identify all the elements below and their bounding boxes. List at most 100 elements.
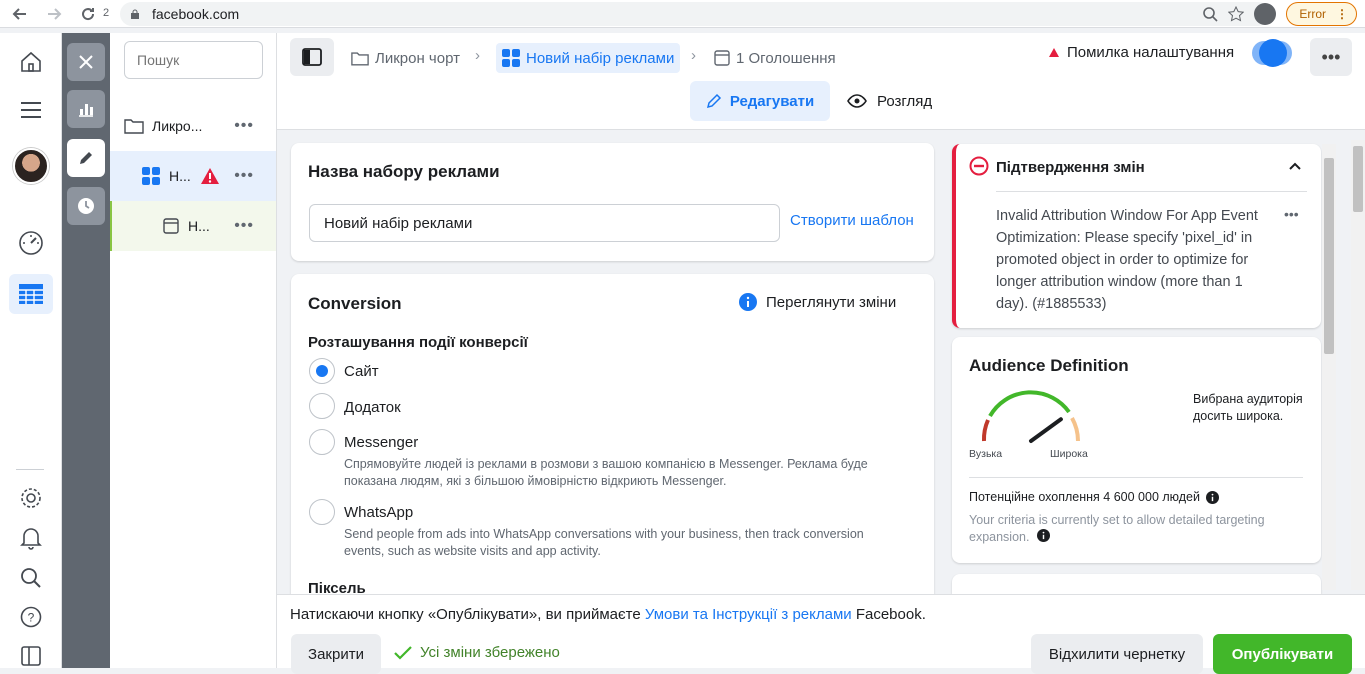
bell-icon[interactable] xyxy=(14,521,48,555)
breadcrumb-campaign[interactable]: Ликрон чорт xyxy=(351,43,460,73)
pencil-icon xyxy=(706,93,721,109)
back-icon[interactable] xyxy=(6,0,34,28)
campaign-tree-panel: Ликро... ••• Н... ••• Н... ••• xyxy=(110,33,277,668)
gear-icon[interactable] xyxy=(14,481,48,515)
ad-page-icon xyxy=(714,50,730,66)
info-icon[interactable] xyxy=(1206,490,1219,504)
adset-name-input[interactable]: Новий набір реклами xyxy=(309,204,780,242)
address-bar[interactable]: facebook.com xyxy=(120,2,1270,26)
chevron-right-icon: › xyxy=(691,47,696,64)
chart-icon[interactable] xyxy=(67,90,105,128)
conversion-title: Conversion xyxy=(308,294,402,313)
error-more-icon[interactable]: ••• xyxy=(1284,206,1299,222)
adset-name-value: Новий набір реклами xyxy=(324,214,473,232)
warning-icon xyxy=(1049,48,1059,57)
card-divider xyxy=(996,191,1307,192)
radio-whatsapp[interactable] xyxy=(309,499,335,525)
ad-page-icon xyxy=(163,218,179,234)
adset-name-title: Назва набору реклами xyxy=(308,162,500,181)
radio-website-label: Сайт xyxy=(344,363,379,380)
review-changes-link[interactable]: Переглянути зміни xyxy=(739,293,896,311)
radio-whatsapp-description: Send people from ads into WhatsApp conve… xyxy=(344,527,864,558)
publish-button[interactable]: Опублікувати xyxy=(1213,634,1352,674)
gauge-broad-label: Широка xyxy=(1050,448,1088,460)
campaign-more-icon[interactable]: ••• xyxy=(234,117,254,135)
terms-notice: Натискаючи кнопку «Опублікувати», ви при… xyxy=(290,606,926,623)
breadcrumb-adset[interactable]: Новий набір реклами xyxy=(496,43,681,73)
editor-header: Ликрон чорт › Новий набір реклами › 1 Ог… xyxy=(277,33,1365,130)
error-message: Invalid Attribution Window For App Event… xyxy=(996,208,1258,312)
tree-item-ad[interactable]: Н... ••• xyxy=(110,201,276,251)
search-icon[interactable] xyxy=(14,561,48,595)
avatar[interactable] xyxy=(13,148,49,184)
ad-more-icon[interactable]: ••• xyxy=(234,217,254,235)
tree-item-ad-label: Н... xyxy=(188,218,210,234)
radio-messenger-label: Messenger xyxy=(344,434,419,451)
ads-manager-table-icon[interactable] xyxy=(9,274,53,314)
terms-link[interactable]: Умови та Інструкції з реклами xyxy=(645,606,852,623)
tree-item-campaign[interactable]: Ликро... ••• xyxy=(110,101,276,151)
menu-icon[interactable] xyxy=(14,93,48,127)
tab-review[interactable]: Розгляд xyxy=(847,81,947,121)
close-button-label: Закрити xyxy=(308,645,364,663)
chevron-up-icon[interactable] xyxy=(1288,160,1302,172)
tree-item-adset-label: Н... xyxy=(169,168,191,184)
zoom-icon[interactable] xyxy=(1202,6,1218,22)
review-changes-label: Переглянути зміни xyxy=(766,293,897,311)
adset-more-icon[interactable]: ••• xyxy=(234,167,254,185)
more-options-button[interactable]: ••• xyxy=(1310,38,1352,76)
page-scroll-thumb[interactable] xyxy=(1353,146,1363,212)
reload-icon[interactable] xyxy=(74,0,102,28)
setup-error-status[interactable]: Помилка налаштування xyxy=(1049,44,1234,61)
tab-edit-label: Редагувати xyxy=(729,92,815,110)
help-icon[interactable]: ? xyxy=(14,600,48,634)
editor-tool-column xyxy=(62,33,110,668)
home-icon[interactable] xyxy=(14,45,48,79)
kebab-icon: ⋮ xyxy=(1336,7,1348,21)
toggle-knob xyxy=(1259,39,1287,67)
bookmark-star-icon[interactable] xyxy=(1228,6,1245,22)
tree-search-input[interactable] xyxy=(124,41,263,79)
folder-icon xyxy=(351,51,369,65)
terms-prefix: Натискаючи кнопку «Опублікувати», ви при… xyxy=(290,606,645,623)
error-label: Error xyxy=(1299,7,1326,21)
conversion-card: Conversion Переглянути зміни Розташуванн… xyxy=(291,274,934,604)
pencil-edit-icon[interactable] xyxy=(67,139,105,177)
eye-icon xyxy=(847,94,867,108)
right-panel-scroll-thumb[interactable] xyxy=(1324,158,1334,354)
confirm-changes-error-card: Підтвердження змін Invalid Attribution W… xyxy=(952,144,1321,328)
breadcrumb-ad[interactable]: 1 Оголошення xyxy=(714,43,836,73)
create-template-link[interactable]: Створити шаблон xyxy=(790,212,914,229)
radio-website[interactable] xyxy=(309,358,335,384)
browser-profile-icon[interactable] xyxy=(1254,3,1277,25)
panel-toggle-icon[interactable] xyxy=(290,38,334,76)
discard-draft-button[interactable]: Відхилити чернетку xyxy=(1031,634,1203,674)
setup-error-label: Помилка налаштування xyxy=(1067,44,1235,61)
radio-messenger[interactable] xyxy=(309,429,335,455)
radio-messenger-description: Спрямовуйте людей із реклами в розмови з… xyxy=(344,457,868,488)
tab-review-label: Розгляд xyxy=(877,92,933,110)
history-clock-icon[interactable] xyxy=(67,187,105,225)
breadcrumb-campaign-label: Ликрон чорт xyxy=(375,49,460,67)
browser-toolbar: 2 facebook.com Error ⋮ xyxy=(0,0,1365,28)
forward-icon[interactable] xyxy=(40,0,68,28)
info-icon[interactable] xyxy=(1036,529,1050,542)
folder-icon xyxy=(124,119,144,134)
gauge-narrow-label: Вузька xyxy=(969,448,1003,460)
browser-error-button[interactable]: Error ⋮ xyxy=(1286,2,1357,26)
publish-label: Опублікувати xyxy=(1231,645,1334,663)
criteria-text: Your criteria is currently set to allow … xyxy=(969,513,1265,544)
tree-item-campaign-label: Ликро... xyxy=(152,118,203,134)
tab-edit[interactable]: Редагувати xyxy=(690,81,830,121)
audience-definition-card: Audience Definition Вузька Широка Вибран… xyxy=(952,337,1321,563)
audience-verdict: Вибрана аудиторія досить широка. xyxy=(1193,392,1303,423)
card-divider xyxy=(969,477,1303,478)
tree-item-adset[interactable]: Н... ••• xyxy=(110,151,276,201)
editor-footer: Натискаючи кнопку «Опублікувати», ви при… xyxy=(277,594,1365,674)
close-button[interactable]: Закрити xyxy=(291,634,381,674)
radio-app[interactable] xyxy=(309,393,335,419)
adset-name-card: Назва набору реклами Новий набір реклами… xyxy=(291,143,934,261)
close-icon[interactable] xyxy=(67,43,105,81)
dashboard-gauge-icon[interactable] xyxy=(14,226,48,260)
left-rail: ? xyxy=(0,33,62,668)
